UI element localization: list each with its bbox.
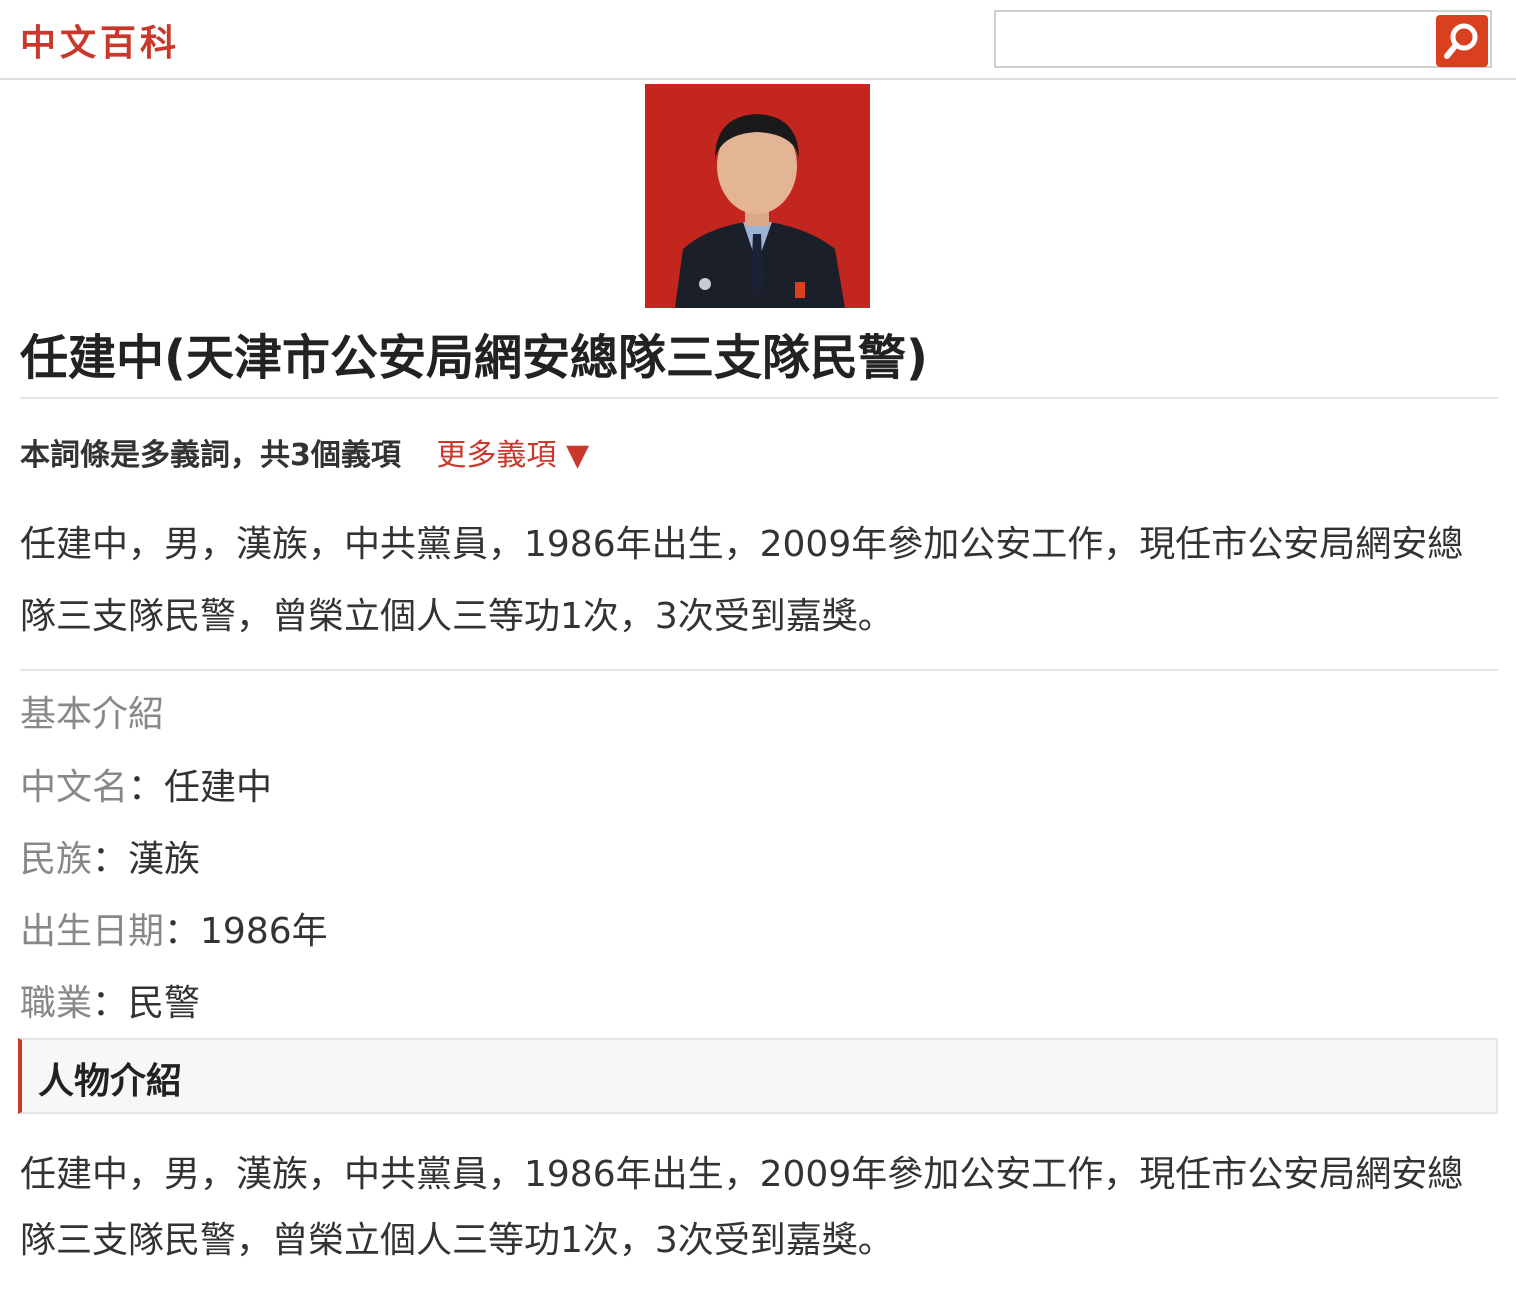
info-separator: ：	[92, 983, 129, 1024]
site-header: 中文百科	[0, 0, 1516, 80]
info-separator: ：	[92, 839, 129, 880]
info-row-name: 中文名：任建中	[20, 758, 272, 810]
page-title: 任建中(天津市公安局網安總隊三支隊民警)	[20, 330, 928, 386]
site-logo[interactable]: 中文百科	[20, 14, 180, 66]
more-senses-link[interactable]: 更多義項 ▼	[436, 438, 589, 473]
info-separator: ：	[128, 767, 165, 808]
summary-text: 任建中，男，漢族，中共黨員，1986年出生，2009年參加公安工作，現任市公安局…	[20, 524, 1464, 637]
polysemy-line: 本詞條是多義詞，共3個義項 更多義項 ▼	[20, 430, 589, 474]
info-value: 任建中	[164, 767, 273, 808]
magnifier-icon	[1444, 23, 1478, 59]
info-value: 漢族	[128, 839, 201, 880]
info-value: 1986年	[200, 911, 328, 952]
title-divider	[20, 397, 1498, 399]
info-row-birth: 出生日期：1986年	[20, 902, 328, 954]
info-row-occupation: 職業：民警	[20, 974, 200, 1026]
info-label: 出生日期	[20, 911, 165, 952]
info-separator: ：	[164, 911, 201, 952]
summary-divider	[20, 669, 1498, 671]
info-label: 中文名	[20, 767, 129, 808]
search-button[interactable]	[1436, 15, 1488, 67]
basic-info-heading: 基本介紹	[20, 694, 165, 735]
info-value: 民警	[128, 983, 201, 1024]
polysemy-note: 本詞條是多義詞，共3個義項	[20, 438, 401, 473]
section-header-bar: 人物介紹	[18, 1038, 1498, 1114]
section-body-text: 任建中，男，漢族，中共黨員，1986年出生，2009年參加公安工作，現任市公安局…	[20, 1154, 1464, 1261]
portrait-photo	[645, 84, 870, 308]
search-box	[994, 10, 1492, 68]
info-label: 民族	[20, 839, 93, 880]
info-row-ethnicity: 民族：漢族	[20, 830, 200, 882]
section-title: 人物介紹	[38, 1061, 183, 1102]
search-input[interactable]	[998, 14, 1438, 66]
info-label: 職業	[20, 983, 93, 1024]
